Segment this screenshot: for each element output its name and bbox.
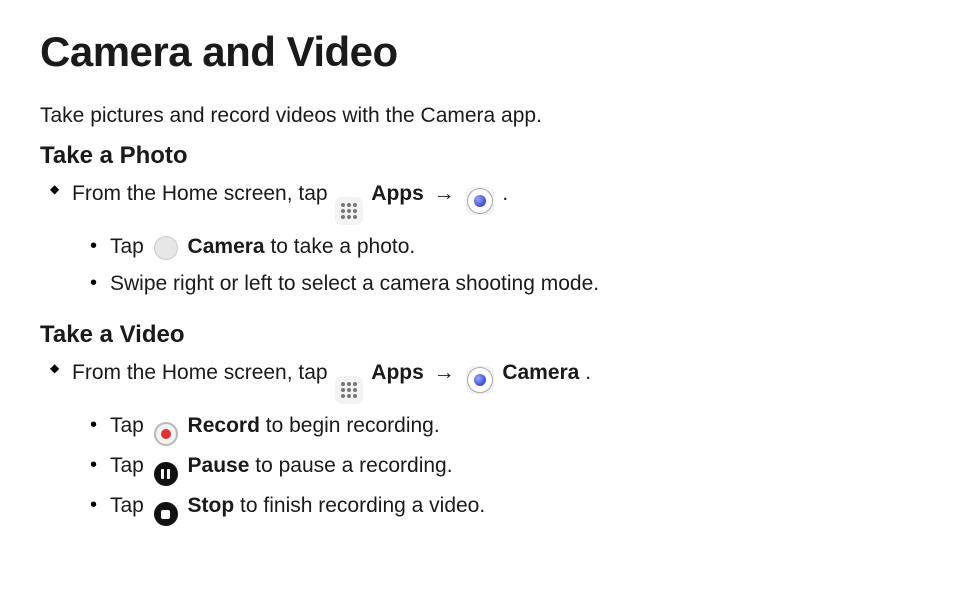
text: From the Home screen, tap (72, 361, 333, 384)
camera-label: Camera (502, 361, 579, 384)
stop-label: Stop (188, 494, 235, 517)
text: to begin recording. (266, 414, 440, 437)
photo-sub-camera: Tap Camera to take a photo. (110, 229, 914, 266)
stop-icon (152, 500, 180, 528)
camera-lens-icon (466, 187, 494, 215)
record-label: Record (188, 414, 260, 437)
text: to take a photo. (270, 235, 415, 258)
photo-sub-swipe: Swipe right or left to select a camera s… (110, 266, 914, 303)
record-icon (152, 420, 180, 448)
apps-grid-icon (335, 197, 363, 225)
camera-lens-icon (466, 366, 494, 394)
text: Tap (110, 414, 150, 437)
intro-text: Take pictures and record videos with the… (40, 104, 914, 128)
text: Tap (110, 235, 150, 258)
text: Tap (110, 494, 150, 517)
page-title: Camera and Video (40, 28, 914, 76)
pause-icon (152, 460, 180, 488)
text: . (502, 182, 508, 205)
text: to finish recording a video. (240, 494, 485, 517)
video-substeps: Tap Record to begin recording. Tap Pause… (72, 408, 914, 529)
section-take-video-heading: Take a Video (40, 321, 914, 349)
shutter-icon (152, 234, 180, 262)
video-step-home: From the Home screen, tap Apps → Camera … (72, 357, 914, 529)
photo-steps: From the Home screen, tap Apps → . Tap C… (40, 178, 914, 303)
section-take-photo-heading: Take a Photo (40, 142, 914, 170)
pause-label: Pause (188, 454, 250, 477)
video-steps: From the Home screen, tap Apps → Camera … (40, 357, 914, 529)
arrow-icon: → (434, 357, 455, 390)
apps-grid-icon (335, 376, 363, 404)
photo-substeps: Tap Camera to take a photo. Swipe right … (72, 229, 914, 303)
apps-label: Apps (371, 182, 424, 205)
arrow-icon: → (434, 178, 455, 211)
text: Tap (110, 454, 150, 477)
photo-step-home: From the Home screen, tap Apps → . Tap C… (72, 178, 914, 303)
video-sub-pause: Tap Pause to pause a recording. (110, 448, 914, 488)
text: to pause a recording. (255, 454, 452, 477)
document-page: Camera and Video Take pictures and recor… (0, 0, 954, 528)
video-sub-stop: Tap Stop to finish recording a video. (110, 488, 914, 529)
apps-label: Apps (371, 361, 424, 384)
camera-label: Camera (188, 235, 265, 258)
text: . (585, 361, 591, 384)
video-sub-record: Tap Record to begin recording. (110, 408, 914, 448)
text: From the Home screen, tap (72, 182, 333, 205)
